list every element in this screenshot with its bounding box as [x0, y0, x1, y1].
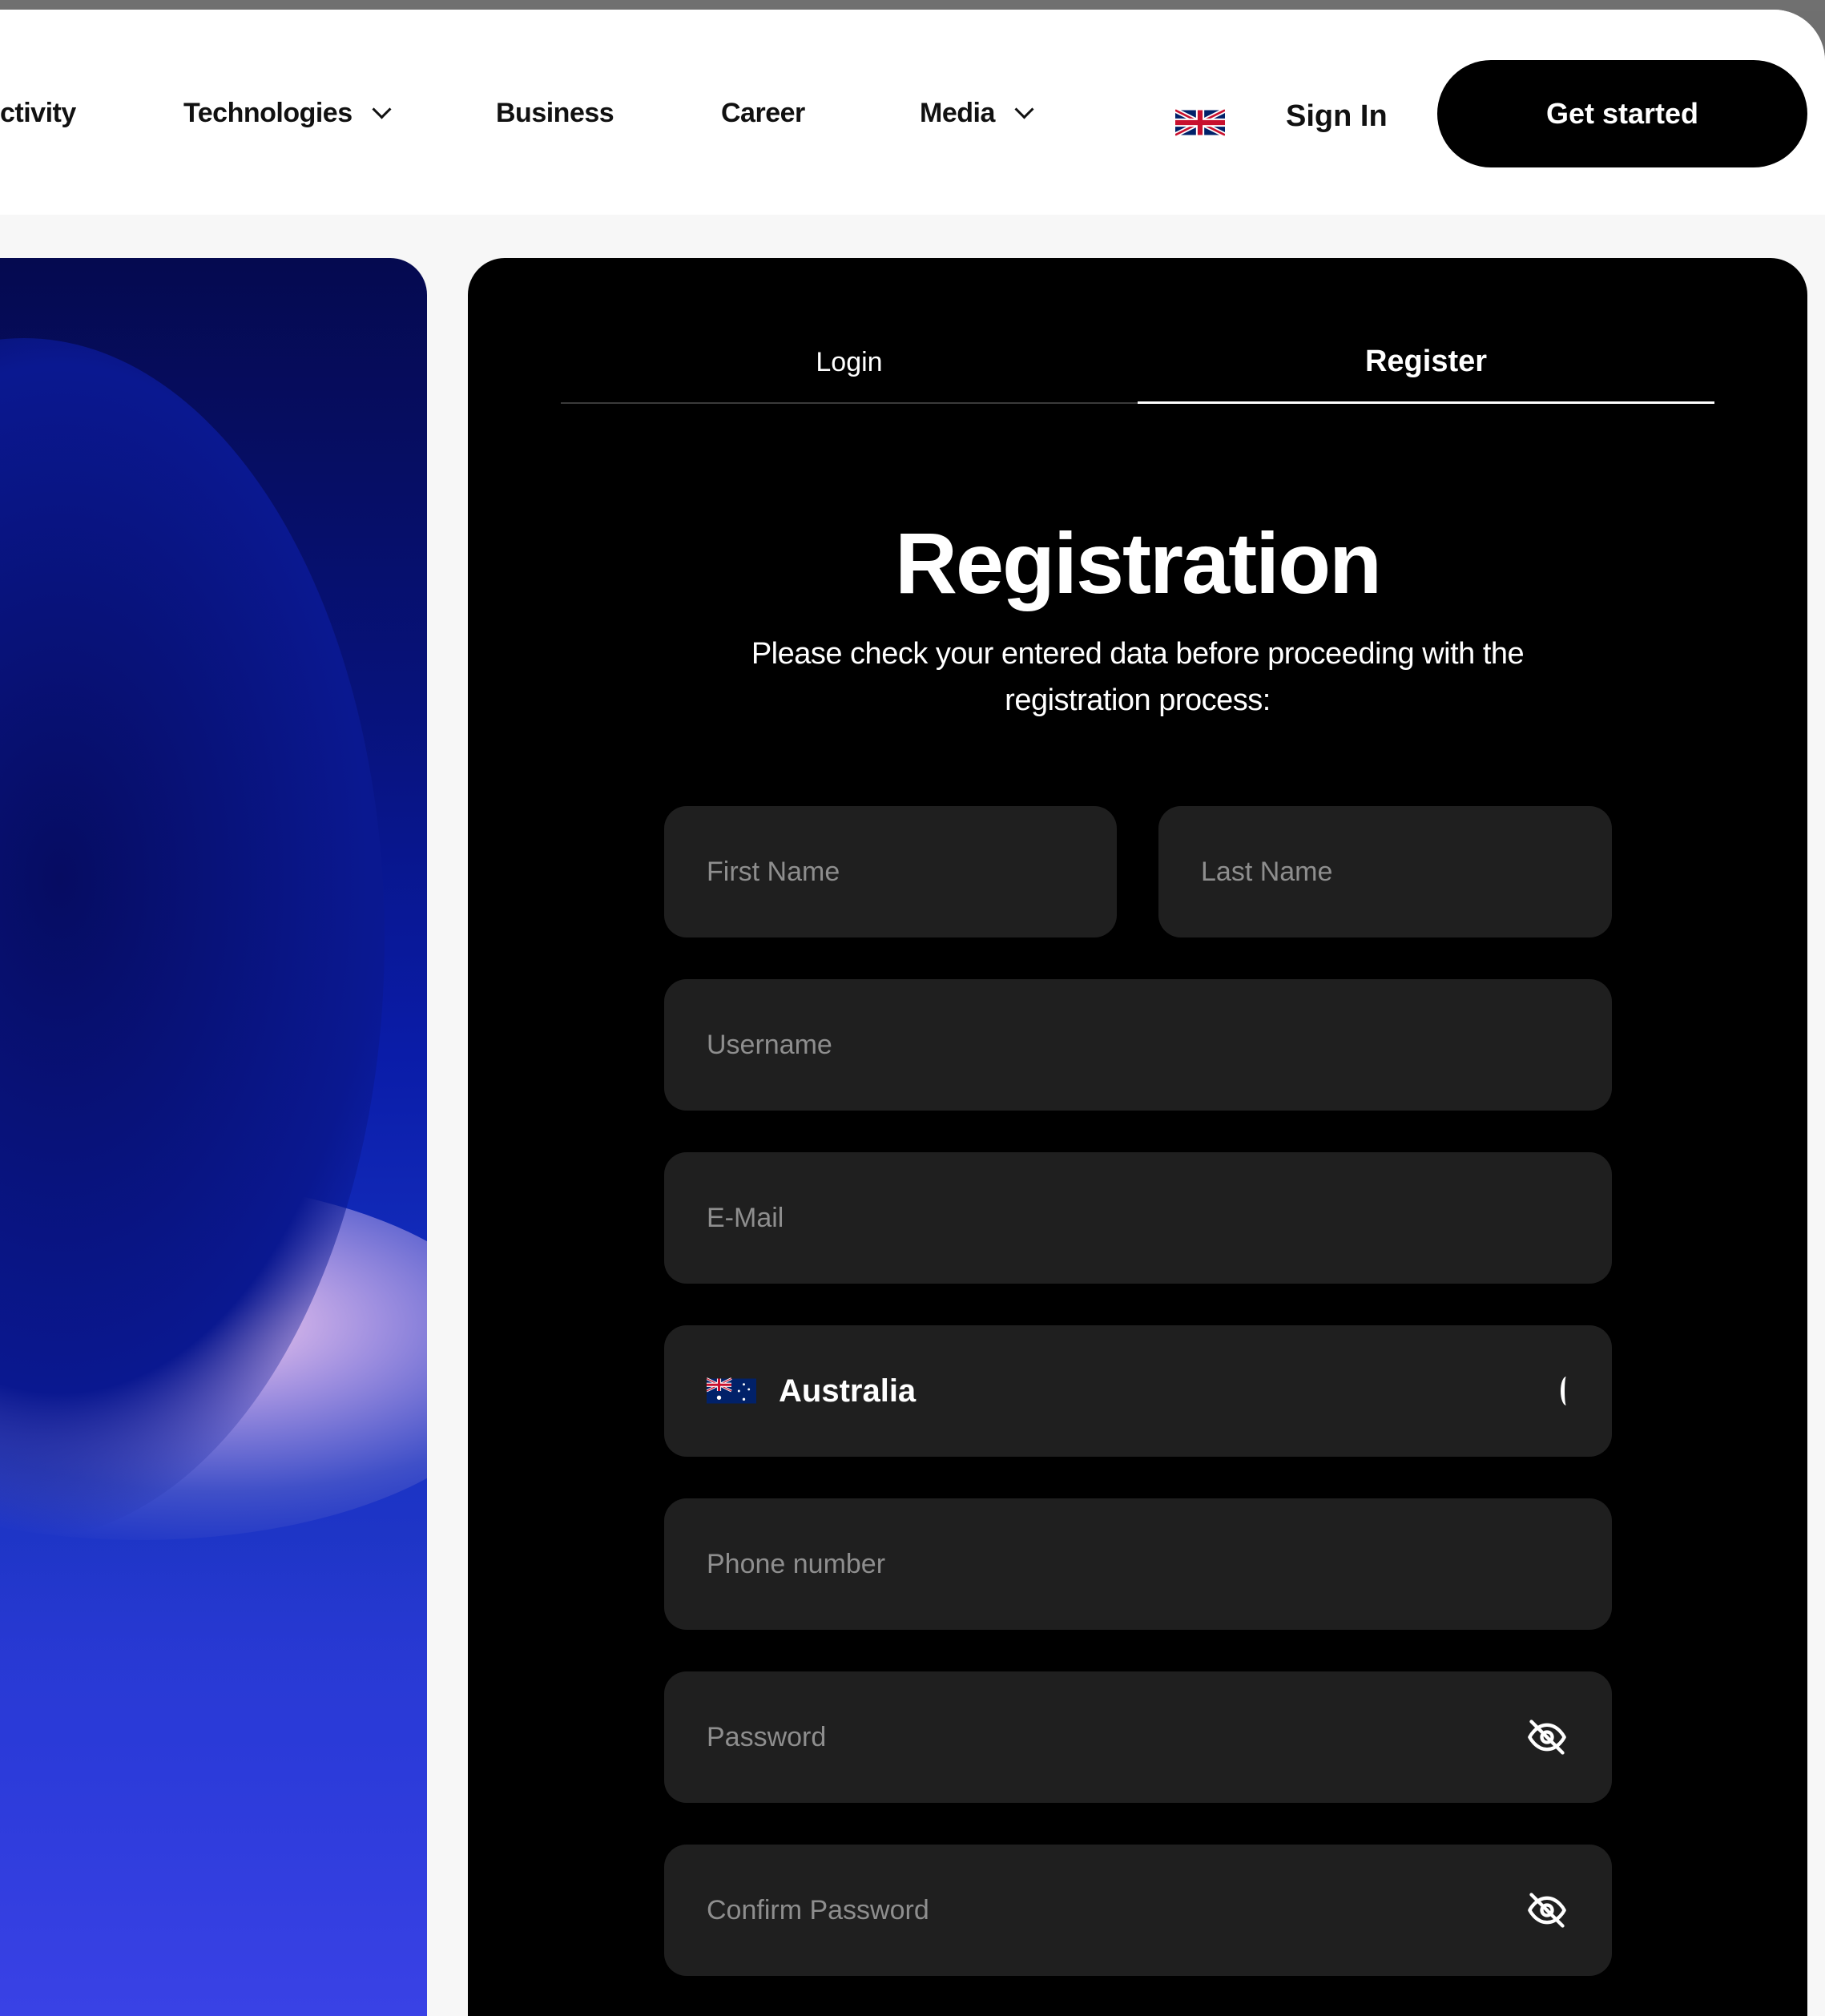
page-title: Registration — [894, 514, 1382, 611]
eye-off-icon[interactable] — [1525, 1716, 1569, 1758]
nav-item-label: ctivity — [0, 98, 76, 128]
country-value: Australia — [779, 1373, 917, 1409]
auth-panel: Login Register Registration Please check… — [468, 258, 1807, 2016]
tab-register[interactable]: Register — [1138, 322, 1714, 404]
australia-flag-icon — [707, 1377, 756, 1404]
chevron-down-icon — [1014, 99, 1034, 119]
page: ctivity Technologies Business Career Med… — [0, 10, 1825, 2016]
nav-item-label: Technologies — [183, 98, 353, 128]
uk-flag-icon[interactable] — [1175, 109, 1225, 136]
tab-login[interactable]: Login — [561, 322, 1138, 402]
sign-in-link[interactable]: Sign In — [1286, 99, 1388, 134]
subtitle-line-1: Please check your entered data before pr… — [751, 637, 1525, 671]
nav-item-business[interactable]: Business — [496, 98, 614, 129]
phone-input[interactable] — [707, 1548, 1612, 1580]
get-started-button[interactable]: Get started — [1437, 60, 1807, 167]
nav-item-label: Career — [721, 98, 805, 128]
password-input[interactable] — [707, 1721, 1612, 1753]
first-name-field[interactable] — [664, 806, 1117, 937]
chevron-down-icon — [372, 99, 392, 119]
password-field[interactable] — [664, 1671, 1612, 1803]
username-field[interactable] — [664, 979, 1612, 1111]
first-name-input[interactable] — [707, 856, 1117, 888]
site-header: ctivity Technologies Business Career Med… — [0, 10, 1825, 215]
page-subtitle: Please check your entered data before pr… — [697, 631, 1578, 724]
confirm-password-input[interactable] — [707, 1894, 1612, 1926]
loading-spinner-icon — [1561, 1377, 1572, 1405]
email-input[interactable] — [707, 1202, 1612, 1234]
nav-item-label: Business — [496, 98, 614, 128]
last-name-field[interactable] — [1158, 806, 1612, 937]
subtitle-line-2: registration process: — [1005, 683, 1271, 717]
hero-gradient-image — [0, 258, 427, 2016]
email-field[interactable] — [664, 1152, 1612, 1284]
nav-item-activity[interactable]: ctivity — [0, 98, 76, 129]
nav-item-label: Media — [920, 98, 995, 128]
last-name-input[interactable] — [1201, 856, 1612, 888]
username-input[interactable] — [707, 1029, 1612, 1061]
nav-item-media[interactable]: Media — [920, 98, 1034, 129]
confirm-password-field[interactable] — [664, 1845, 1612, 1976]
country-select[interactable]: Australia — [664, 1325, 1612, 1457]
phone-field[interactable] — [664, 1498, 1612, 1630]
auth-tabs: Login Register — [561, 322, 1714, 404]
eye-off-icon[interactable] — [1525, 1889, 1569, 1931]
nav-item-technologies[interactable]: Technologies — [183, 98, 392, 129]
nav-item-career[interactable]: Career — [721, 98, 805, 129]
